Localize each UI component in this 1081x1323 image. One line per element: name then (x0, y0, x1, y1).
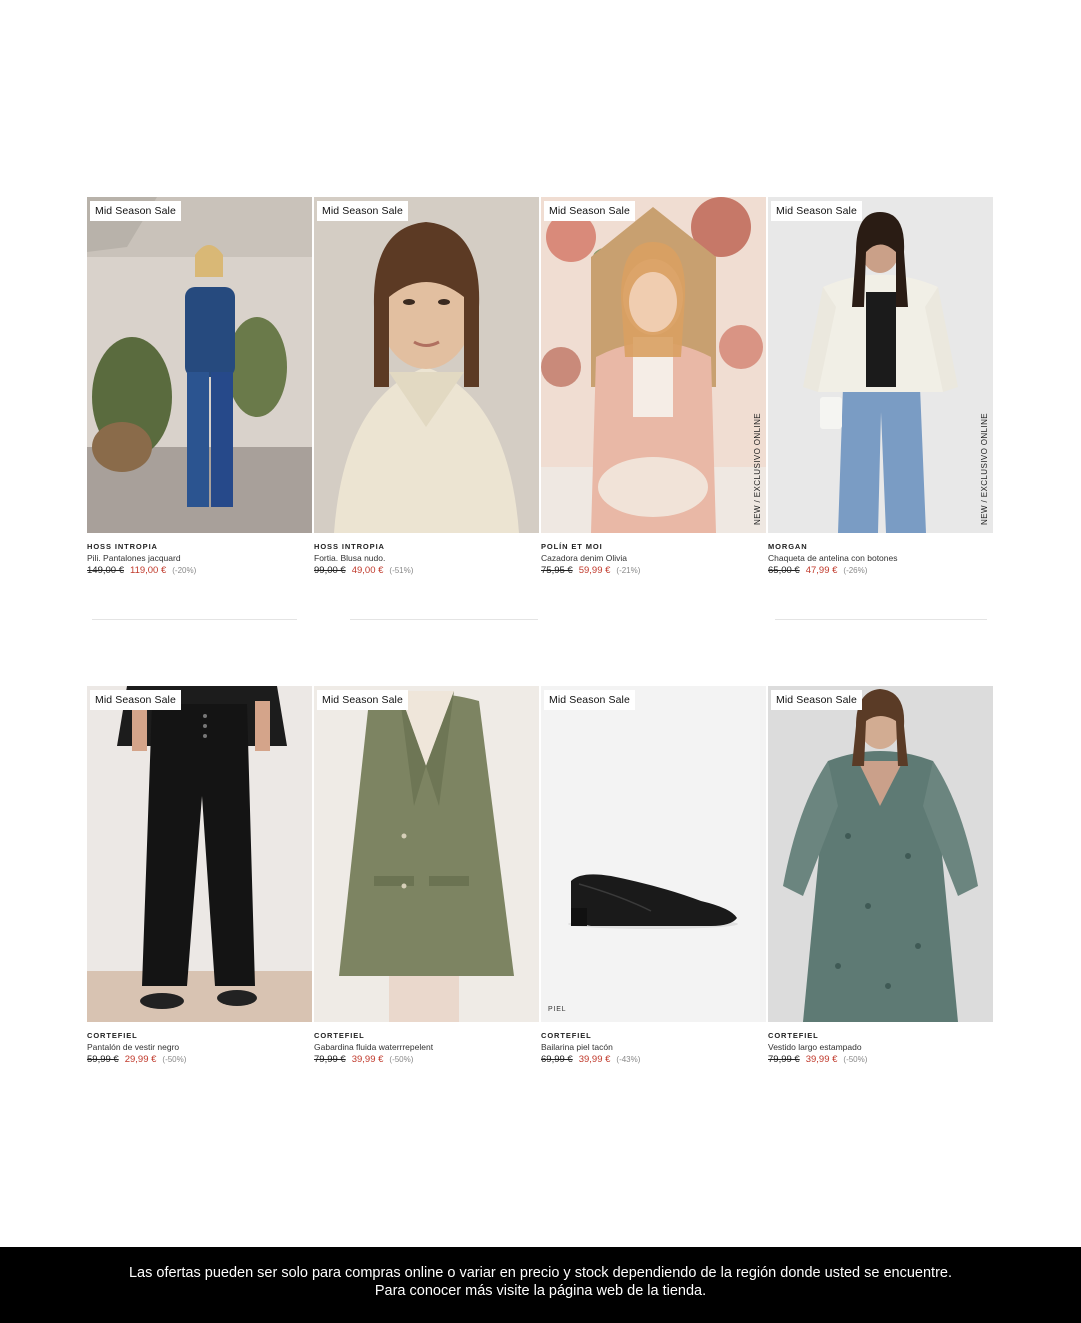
sale-price: 59,99 € (578, 565, 611, 576)
product-brand: CORTEFIEL (314, 1031, 365, 1040)
product-name[interactable]: Gabardina fluida waterrrepelent (314, 1042, 433, 1052)
sale-badge: Mid Season Sale (544, 690, 635, 710)
product-grid-row-1: Mid Season Sale HOSS INTROPIA Pili. Pant… (87, 197, 994, 577)
product-card[interactable]: Mid Season Sale NEW / EXCLUSIVO ONLINE M… (768, 197, 993, 577)
product-brand: POLÍN ET MOI (541, 542, 603, 551)
sale-price: 29,99 € (124, 1054, 157, 1065)
sale-badge: Mid Season Sale (317, 690, 408, 710)
product-brand: CORTEFIEL (541, 1031, 592, 1040)
product-price-row: 59,99 € 29,99 € (-50%) (87, 1054, 186, 1065)
product-brand: MORGAN (768, 542, 808, 551)
product-name[interactable]: Chaqueta de antelina con botones (768, 553, 898, 563)
product-brand: CORTEFIEL (768, 1031, 819, 1040)
sale-price: 47,99 € (805, 565, 838, 576)
sale-badge: Mid Season Sale (544, 201, 635, 221)
sale-badge: Mid Season Sale (90, 201, 181, 221)
product-image[interactable]: Mid Season Sale (314, 197, 539, 533)
product-image[interactable]: Mid Season Sale (768, 686, 993, 1022)
sale-price: 39,99 € (578, 1054, 611, 1065)
product-grid-row-2: Mid Season Sale CORTEFIEL Pantalón de ve… (87, 686, 994, 1066)
disclaimer-link-text: Para conocer más visite la página web de… (374, 1283, 707, 1299)
product-card[interactable]: Mid Season Sale PIEL CORTEFIEL Bailarina… (541, 686, 766, 1066)
product-image[interactable]: Mid Season Sale NEW / EXCLUSIVO ONLINE (768, 197, 993, 533)
product-price-row: 79,99 € 39,99 € (-50%) (314, 1054, 413, 1065)
product-image[interactable]: Mid Season Sale PIEL (541, 686, 766, 1022)
discount-percent: (-21%) (616, 566, 641, 575)
sale-price: 49,00 € (351, 565, 384, 576)
product-name[interactable]: Fortia. Blusa nudo. (314, 553, 385, 563)
product-name[interactable]: Vestido largo estampado (768, 1042, 862, 1052)
product-price-row: 79,99 € 39,99 € (-50%) (768, 1054, 867, 1065)
product-name[interactable]: Pantalón de vestir negro (87, 1042, 179, 1052)
sale-badge: Mid Season Sale (771, 201, 862, 221)
sale-badge: Mid Season Sale (771, 690, 862, 710)
discount-percent: (-43%) (616, 1055, 641, 1064)
product-price-row: 99,00 € 49,00 € (-51%) (314, 565, 413, 576)
product-card[interactable]: Mid Season Sale CORTEFIEL Gabardina flui… (314, 686, 539, 1066)
product-card[interactable]: Mid Season Sale CORTEFIEL Vestido largo … (768, 686, 993, 1066)
product-price-row: 75,95 € 59,99 € (-21%) (541, 565, 640, 576)
discount-percent: (-26%) (843, 566, 868, 575)
discount-percent: (-51%) (389, 566, 414, 575)
product-price-row: 149,00 € 119,00 € (-20%) (87, 565, 196, 576)
product-brand: HOSS INTROPIA (87, 542, 158, 551)
product-brand: HOSS INTROPIA (314, 542, 385, 551)
original-price: 59,99 € (87, 1054, 119, 1065)
product-card[interactable]: Mid Season Sale NEW / EXCLUSIVO ONLINE P… (541, 197, 766, 577)
sale-badge: Mid Season Sale (317, 201, 408, 221)
discount-percent: (-20%) (172, 566, 197, 575)
product-name[interactable]: Pili. Pantalones jacquard (87, 553, 181, 563)
original-price: 79,99 € (314, 1054, 346, 1065)
product-image[interactable]: Mid Season Sale (314, 686, 539, 1022)
new-exclusive-tag: NEW / EXCLUSIVO ONLINE (980, 413, 989, 525)
sale-badge: Mid Season Sale (90, 690, 181, 710)
product-card[interactable]: Mid Season Sale HOSS INTROPIA Fortia. Bl… (314, 197, 539, 577)
row-divider (350, 619, 538, 620)
original-price: 65,00 € (768, 565, 800, 576)
original-price: 79,99 € (768, 1054, 800, 1065)
product-card[interactable]: Mid Season Sale HOSS INTROPIA Pili. Pant… (87, 197, 312, 577)
original-price: 149,00 € (87, 565, 124, 576)
product-image[interactable]: Mid Season Sale NEW / EXCLUSIVO ONLINE (541, 197, 766, 533)
product-name[interactable]: Bailarina piel tacón (541, 1042, 613, 1052)
product-image[interactable]: Mid Season Sale (87, 686, 312, 1022)
discount-percent: (-50%) (162, 1055, 187, 1064)
original-price: 99,00 € (314, 565, 346, 576)
material-tag: PIEL (548, 1006, 567, 1013)
discount-percent: (-50%) (843, 1055, 868, 1064)
sale-price: 39,99 € (351, 1054, 384, 1065)
original-price: 69,99 € (541, 1054, 573, 1065)
product-name[interactable]: Cazadora denim Olivia (541, 553, 627, 563)
row-divider (775, 619, 987, 620)
discount-percent: (-50%) (389, 1055, 414, 1064)
product-price-row: 69,99 € 39,99 € (-43%) (541, 1054, 640, 1065)
product-brand: CORTEFIEL (87, 1031, 138, 1040)
disclaimer-footer: Las ofertas pueden ser solo para compras… (0, 1247, 1081, 1323)
new-exclusive-tag: NEW / EXCLUSIVO ONLINE (753, 413, 762, 525)
product-image[interactable]: Mid Season Sale (87, 197, 312, 533)
original-price: 75,95 € (541, 565, 573, 576)
sale-price: 39,99 € (805, 1054, 838, 1065)
sale-price: 119,00 € (129, 565, 167, 576)
row-divider (92, 619, 297, 620)
product-price-row: 65,00 € 47,99 € (-26%) (768, 565, 867, 576)
disclaimer-text: Las ofertas pueden ser solo para compras… (128, 1265, 952, 1281)
product-card[interactable]: Mid Season Sale CORTEFIEL Pantalón de ve… (87, 686, 312, 1066)
